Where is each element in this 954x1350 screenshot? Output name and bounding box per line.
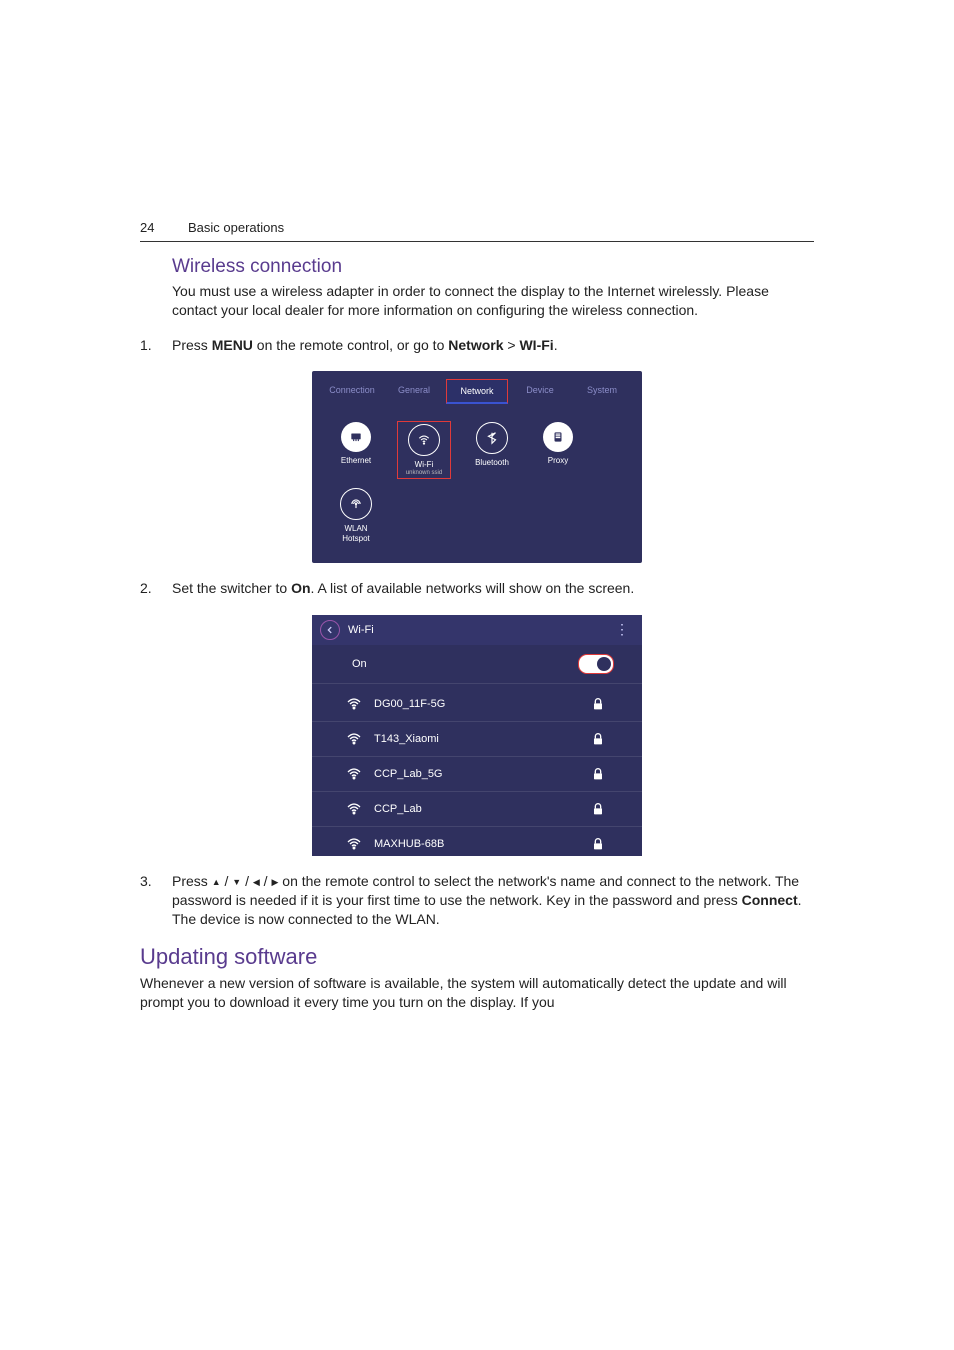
wifi-network-row[interactable]: T143_Xiaomi <box>312 722 642 756</box>
wifi-toggle[interactable] <box>578 654 614 674</box>
lock-icon <box>590 766 606 782</box>
lock-icon <box>590 836 606 852</box>
wifi-signal-icon <box>346 836 362 852</box>
wifi-icon <box>408 424 440 456</box>
header-section: Basic operations <box>188 220 284 235</box>
running-header: 24 Basic operations <box>140 220 814 242</box>
tab-connection[interactable]: Connection <box>322 379 382 404</box>
wifi-network-row[interactable]: DG00_11F-5G <box>312 684 642 721</box>
lock-icon <box>590 801 606 817</box>
step-number: 3. <box>140 872 154 929</box>
wifi-signal-icon <box>346 801 362 817</box>
updating-body: Whenever a new version of software is av… <box>140 974 814 1012</box>
wifi-title: Wi-Fi <box>348 624 374 636</box>
wifi-signal-icon <box>346 731 362 747</box>
step-1: 1. Press MENU on the remote control, or … <box>140 336 814 356</box>
tile-ethernet[interactable]: Ethernet <box>332 422 380 478</box>
tab-general[interactable]: General <box>384 379 444 404</box>
step-number: 2. <box>140 579 154 599</box>
tile-bluetooth[interactable]: Bluetooth <box>468 422 516 478</box>
wifi-network-row[interactable]: CCP_Lab <box>312 792 642 826</box>
more-menu-icon[interactable]: ⋮ <box>615 621 634 638</box>
tab-system[interactable]: System <box>572 379 632 404</box>
wireless-intro: You must use a wireless adapter in order… <box>172 282 814 320</box>
tile-wifi[interactable]: Wi-Fi unknown ssid <box>398 422 450 478</box>
arrow-keys-icon: ▲ / ▼ / ◀ / ▶ <box>212 873 279 889</box>
wifi-network-row[interactable]: MAXHUB-68B <box>312 827 642 856</box>
wifi-network-row[interactable]: CCP_Lab_5G <box>312 757 642 791</box>
heading-updating: Updating software <box>140 944 814 970</box>
bluetooth-icon <box>476 422 508 454</box>
tile-proxy[interactable]: Proxy <box>534 422 582 478</box>
heading-wireless: Wireless connection <box>172 256 814 278</box>
tab-device[interactable]: Device <box>510 379 570 404</box>
tab-network[interactable]: Network <box>446 379 508 404</box>
step-number: 1. <box>140 336 154 356</box>
tile-hotspot[interactable]: WLAN Hotspot <box>332 488 380 543</box>
proxy-icon <box>543 422 573 452</box>
page-number: 24 <box>140 220 164 235</box>
step-2: 2. Set the switcher to On. A list of ava… <box>140 579 814 599</box>
wifi-toggle-label: On <box>352 658 367 670</box>
wifi-signal-icon <box>346 766 362 782</box>
step-3: 3. Press ▲ / ▼ / ◀ / ▶ on the remote con… <box>140 872 814 929</box>
network-settings-screenshot: Connection General Network Device System… <box>312 371 642 563</box>
hotspot-icon <box>340 488 372 520</box>
ethernet-icon <box>341 422 371 452</box>
lock-icon <box>590 696 606 712</box>
wifi-list-screenshot: Wi-Fi ⋮ On DG00_11F-5G T143_Xiaomi <box>312 615 642 856</box>
lock-icon <box>590 731 606 747</box>
wifi-signal-icon <box>346 696 362 712</box>
back-button[interactable] <box>320 620 340 640</box>
